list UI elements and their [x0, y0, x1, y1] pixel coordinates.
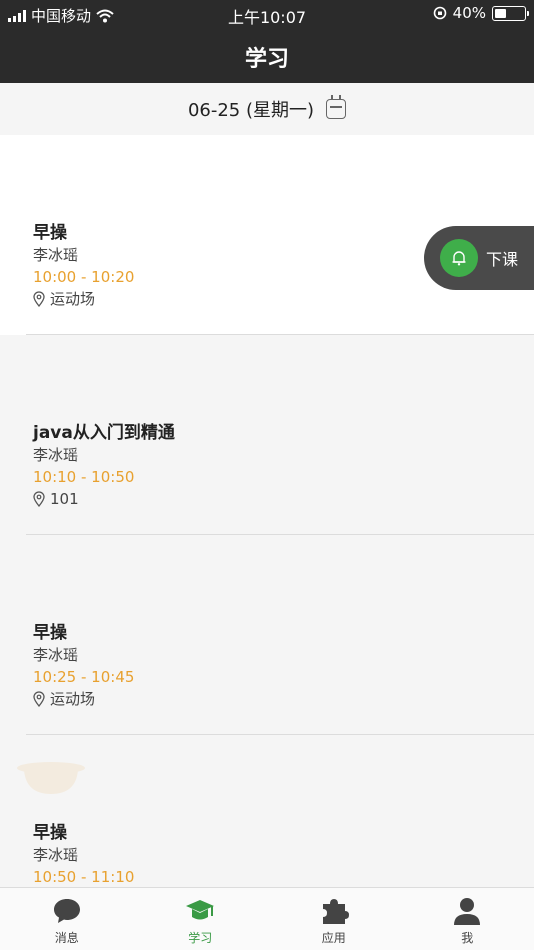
course-name: 早操: [33, 823, 67, 843]
status-right: 40%: [433, 4, 529, 22]
tab-label: 学习: [188, 931, 213, 945]
tab-me[interactable]: 我: [401, 888, 534, 950]
course-name: java从入门到精通: [33, 423, 175, 443]
orientation-lock-icon: [433, 6, 446, 20]
battery-icon: [492, 5, 529, 21]
person-icon: [452, 895, 482, 927]
course-time: 10:25 - 10:45: [33, 668, 135, 686]
status-bar: 中国移动 上午10:07 40%: [0, 0, 534, 28]
calendar-icon[interactable]: [326, 95, 347, 119]
course-location: 运动场: [33, 288, 134, 310]
date-selector[interactable]: 06-25 (星期一): [0, 83, 534, 135]
course-time: 10:10 - 10:50: [33, 468, 135, 486]
location-label: 运动场: [50, 290, 96, 308]
graduation-cap-icon: [184, 895, 216, 927]
course-name: 早操: [33, 223, 67, 243]
date-label: 06-25 (星期一): [187, 100, 315, 121]
battery-percent: 40%: [452, 4, 486, 22]
list-item[interactable]: 早操 李冰瑶 10:25 - 10:45 运动场: [0, 535, 534, 735]
list-item[interactable]: 早操 李冰瑶 10:50 - 11:10: [0, 735, 534, 887]
tab-label: 我: [461, 931, 474, 945]
course-time: 10:00 - 10:20: [33, 268, 135, 286]
course-time: 10:50 - 11:10: [33, 868, 135, 886]
course-teacher: 李冰瑶: [33, 446, 79, 464]
nav-bar: 学习: [0, 28, 534, 83]
course-location: 运动场: [33, 688, 134, 710]
location-label: 运动场: [50, 690, 96, 708]
location-pin-icon: [33, 491, 45, 507]
battery-fill: [495, 8, 506, 18]
location-label: 101: [50, 490, 79, 508]
list-item[interactable]: java从入门到精通 李冰瑶 10:10 - 10:50 101: [0, 335, 534, 535]
tab-messages[interactable]: 消息: [0, 888, 134, 950]
tab-bar: 消息 学习 应用 我: [0, 887, 534, 950]
course-teacher: 李冰瑶: [33, 846, 79, 864]
end-class-button[interactable]: 下课: [424, 226, 534, 290]
page-title: 学习: [244, 47, 289, 72]
course-teacher: 李冰瑶: [33, 246, 79, 264]
bell-icon: [440, 239, 478, 277]
decorative-pot-icon: [17, 762, 85, 794]
location-pin-icon: [33, 691, 45, 707]
tab-label: 应用: [321, 931, 346, 945]
location-pin-icon: [33, 291, 45, 307]
tab-study[interactable]: 学习: [134, 888, 268, 950]
tab-label: 消息: [54, 931, 79, 945]
end-class-label: 下课: [486, 250, 519, 269]
course-name: 早操: [33, 623, 67, 643]
tab-apps[interactable]: 应用: [267, 888, 401, 950]
puzzle-icon: [319, 895, 349, 927]
course-location: 101: [33, 488, 175, 510]
course-teacher: 李冰瑶: [33, 646, 79, 664]
chat-bubble-icon: [52, 895, 82, 927]
